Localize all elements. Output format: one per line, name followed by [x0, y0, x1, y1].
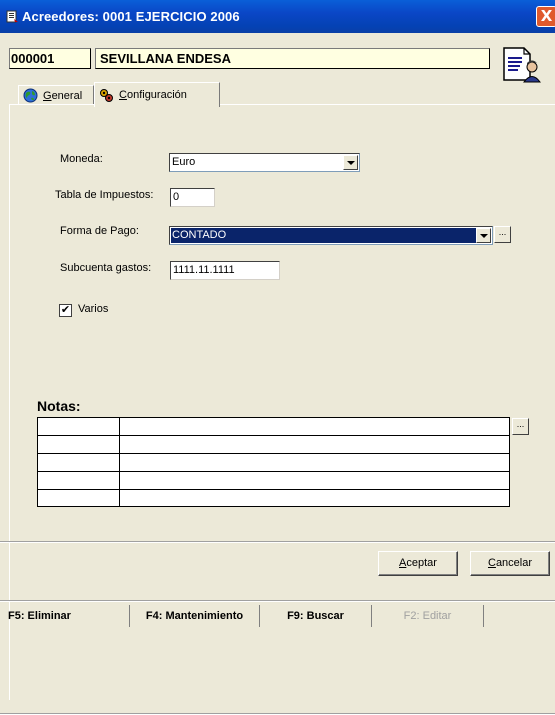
- chevron-down-icon[interactable]: [476, 228, 491, 243]
- tabla-impuestos-field[interactable]: 0: [170, 188, 215, 207]
- forma-pago-value: CONTADO: [172, 229, 227, 241]
- table-cell[interactable]: [38, 418, 120, 435]
- app-icon: [6, 10, 18, 23]
- chevron-down-icon[interactable]: [343, 155, 358, 170]
- subcuenta-gastos-label: Subcuenta gastos:: [60, 262, 152, 274]
- check-icon: ✔: [60, 303, 71, 316]
- table-row[interactable]: [38, 472, 509, 490]
- window-title: Acreedores: 0001 EJERCICIO 2006: [22, 9, 240, 24]
- varios-label: Varios: [78, 303, 109, 315]
- table-row[interactable]: [38, 490, 509, 508]
- moneda-value: Euro: [172, 156, 196, 168]
- tabla-impuestos-label: Tabla de Impuestos:: [55, 189, 154, 201]
- gears-icon: [100, 88, 113, 102]
- globe-icon: [23, 88, 38, 103]
- cancelar-button[interactable]: Cancelar: [470, 551, 550, 576]
- tab-general[interactable]: General: [18, 85, 94, 105]
- moneda-select[interactable]: Euro: [169, 153, 360, 172]
- tab-configuracion[interactable]: Configuración: [94, 82, 220, 107]
- table-cell[interactable]: [38, 454, 120, 471]
- divider: [0, 541, 555, 543]
- notas-lookup-button[interactable]: ...: [512, 418, 529, 435]
- forma-pago-select[interactable]: CONTADO: [169, 226, 493, 245]
- tab-general-label: General: [43, 89, 83, 102]
- close-button[interactable]: X: [536, 6, 555, 27]
- varios-checkbox[interactable]: ✔: [59, 304, 72, 317]
- table-row[interactable]: [38, 418, 509, 436]
- creditor-name-field[interactable]: SEVILLANA ENDESA: [95, 48, 490, 69]
- title-bar[interactable]: Acreedores: 0001 EJERCICIO 2006 X: [0, 0, 555, 33]
- subcuenta-gastos-field[interactable]: 1111.11.1111: [170, 261, 280, 280]
- table-cell[interactable]: [38, 472, 120, 489]
- forma-pago-label: Forma de Pago:: [60, 225, 139, 237]
- aceptar-button[interactable]: Aceptar: [378, 551, 458, 576]
- tab-configuracion-label: Configuración: [119, 89, 187, 101]
- notas-label: Notas:: [37, 398, 81, 414]
- divider: [0, 600, 555, 602]
- f9-buscar-button[interactable]: F9: Buscar: [260, 605, 372, 627]
- table-row[interactable]: [38, 436, 509, 454]
- forma-pago-lookup-button[interactable]: ...: [494, 226, 511, 243]
- table-cell[interactable]: [38, 436, 120, 453]
- f5-eliminar-button[interactable]: F5: Eliminar: [0, 605, 130, 627]
- moneda-label: Moneda:: [60, 153, 103, 165]
- table-row[interactable]: [38, 454, 509, 472]
- creditor-code-field[interactable]: 000001: [9, 48, 91, 69]
- f2-editar-button: F2: Editar: [372, 605, 484, 627]
- close-icon: X: [540, 7, 553, 25]
- document-person-icon[interactable]: [500, 45, 542, 83]
- table-cell[interactable]: [38, 490, 120, 507]
- f4-mantenimiento-button[interactable]: F4: Mantenimiento: [130, 605, 260, 627]
- notas-grid[interactable]: [37, 417, 510, 507]
